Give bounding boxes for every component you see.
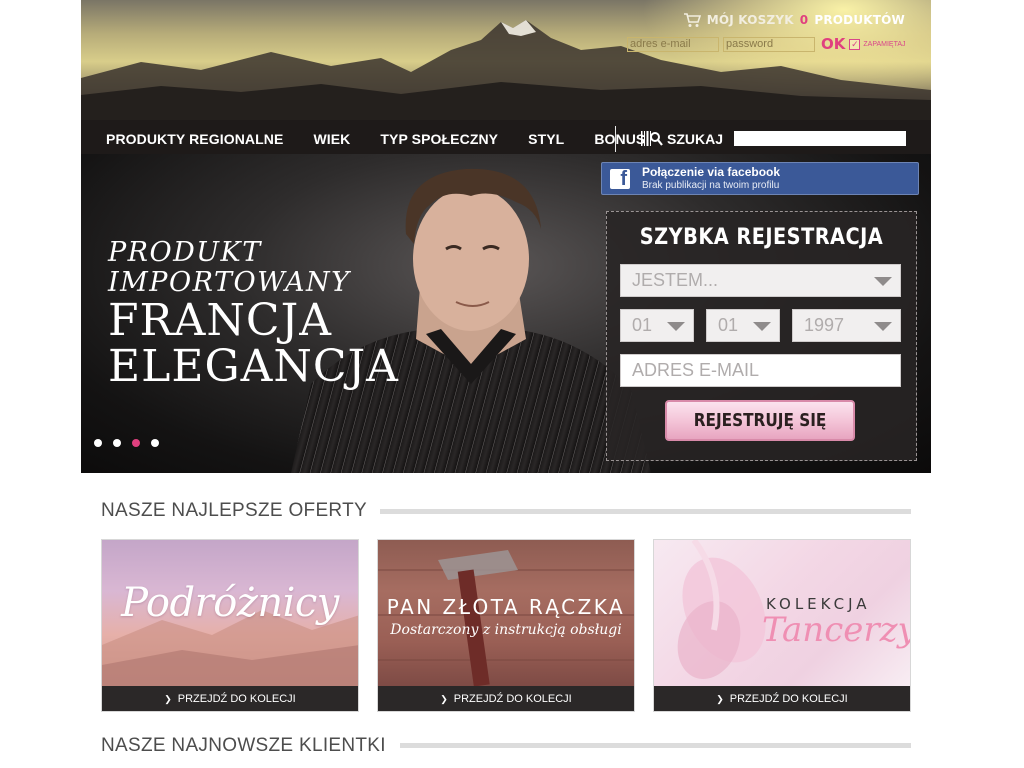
register-button[interactable]: REJESTRUJĘ SIĘ xyxy=(665,400,855,441)
chevron-down-icon xyxy=(874,277,892,286)
gender-select[interactable]: JESTEM... xyxy=(620,264,901,297)
section-title-clients: NASZE NAJNOWSZE KLIENTKI xyxy=(101,735,386,756)
remember-checkbox[interactable]: ✓ xyxy=(849,38,861,50)
cart-link[interactable]: MÓJ KOSZYK 0 PRODUKTÓW xyxy=(683,12,905,28)
chevron-down-icon xyxy=(753,322,771,331)
login-password-input[interactable] xyxy=(723,36,815,52)
hero-line-2: IMPORTOWANY xyxy=(108,267,351,298)
offer-card-podroznicy[interactable]: Podróżnicy ❯ PRZEJDŹ DO KOLECJI xyxy=(101,539,359,712)
search-label: SZUKAJ xyxy=(667,131,724,147)
offer-title: Podróżnicy xyxy=(121,580,339,626)
chevron-right-icon: ❯ xyxy=(440,694,448,704)
offer-subtitle: Dostarczony z instrukcją obsługi xyxy=(390,622,622,638)
cart-icon xyxy=(683,13,701,27)
registration-title: SZYBKA REJESTRACJA xyxy=(639,225,884,250)
search-input[interactable] xyxy=(734,131,906,146)
chevron-down-icon xyxy=(874,322,892,331)
remember-me[interactable]: ✓ ZAPAMIĘTAJ xyxy=(849,38,906,50)
hero-line-4: ELEGANCJA xyxy=(108,341,399,392)
chevron-down-icon xyxy=(667,322,685,331)
offer-image: KOLEKCJA Tancerzy xyxy=(654,540,910,686)
offer-card-pan-zlota-raczka[interactable]: PAN ZŁOTA RĄCZKA Dostarczony z instrukcj… xyxy=(377,539,635,712)
hero-line-3: FRANCJA xyxy=(108,295,333,346)
login-ok-button[interactable]: OK xyxy=(821,35,845,53)
offer-image: PAN ZŁOTA RĄCZKA Dostarczony z instrukcj… xyxy=(378,540,634,686)
nav-item-bonus[interactable]: BONUS xyxy=(594,131,645,147)
chevron-right-icon: ❯ xyxy=(716,694,724,704)
slider-dot[interactable] xyxy=(113,439,121,447)
facebook-connect-button[interactable]: f Połączenie via facebook Brak publikacj… xyxy=(601,162,919,195)
day-select[interactable]: 01 xyxy=(620,309,694,342)
page: MÓJ KOSZYK 0 PRODUKTÓW OK ✓ ZAPAMIĘTAJ P… xyxy=(0,0,1024,768)
section-title-offers: NASZE NAJLEPSZE OFERTY xyxy=(101,500,367,521)
hero-banner: PRODUKT IMPORTOWANY FRANCJA ELEGANCJA f … xyxy=(81,154,931,473)
nav-item-wiek[interactable]: WIEK xyxy=(313,131,350,147)
offer-link[interactable]: ❯ PRZEJDŹ DO KOLECJI xyxy=(378,686,634,711)
hero-headline: PRODUKT IMPORTOWANY FRANCJA ELEGANCJA xyxy=(108,238,399,390)
slider-dots xyxy=(94,439,159,447)
section-divider xyxy=(380,509,911,514)
remember-label: ZAPAMIĘTAJ xyxy=(863,40,906,48)
cart-count: 0 xyxy=(799,13,809,27)
header: MÓJ KOSZYK 0 PRODUKTÓW OK ✓ ZAPAMIĘTAJ P… xyxy=(81,0,931,154)
nav-divider xyxy=(615,126,616,152)
main-nav: PRODUKTY REGIONALNE WIEK TYP SPOŁECZNY S… xyxy=(106,131,645,147)
offer-link[interactable]: ❯ PRZEJDŹ DO KOLECJI xyxy=(102,686,358,711)
offer-title: PAN ZŁOTA RĄCZKA xyxy=(386,595,626,619)
month-select[interactable]: 01 xyxy=(706,309,780,342)
facebook-subtitle: Brak publikacji na twoim profilu xyxy=(642,179,780,191)
offer-card-tancerzy[interactable]: KOLEKCJA Tancerzy ❯ PRZEJDŹ DO KOLECJI xyxy=(653,539,911,712)
nav-item-typ-spoleczny[interactable]: TYP SPOŁECZNY xyxy=(380,131,498,147)
barcode-search-icon xyxy=(641,131,663,146)
cart-suffix: PRODUKTÓW xyxy=(814,13,905,27)
slider-dot[interactable] xyxy=(94,439,102,447)
login-form: OK ✓ ZAPAMIĘTAJ xyxy=(627,35,906,53)
login-email-input[interactable] xyxy=(627,36,719,52)
nav-item-styl[interactable]: STYL xyxy=(528,131,564,147)
facebook-title: Połączenie via facebook xyxy=(642,164,781,179)
offer-image: Podróżnicy xyxy=(102,540,358,686)
chevron-right-icon: ❯ xyxy=(164,694,172,704)
slider-dot[interactable] xyxy=(151,439,159,447)
slider-dot-active[interactable] xyxy=(132,439,140,447)
year-select[interactable]: 1997 xyxy=(792,309,901,342)
quick-registration-panel: SZYBKA REJESTRACJA JESTEM... 01 01 1997 … xyxy=(606,211,917,461)
offer-title: Tancerzy xyxy=(762,610,911,650)
hero-line-1: PRODUKT xyxy=(108,237,262,268)
nav-item-produkty-regionalne[interactable]: PRODUKTY REGIONALNE xyxy=(106,131,283,147)
offer-link[interactable]: ❯ PRZEJDŹ DO KOLECJI xyxy=(654,686,910,711)
facebook-icon: f xyxy=(610,168,630,190)
cart-label: MÓJ KOSZYK xyxy=(706,13,794,27)
section-divider xyxy=(400,743,911,748)
registration-email-input[interactable]: ADRES E-MAIL xyxy=(620,354,901,387)
